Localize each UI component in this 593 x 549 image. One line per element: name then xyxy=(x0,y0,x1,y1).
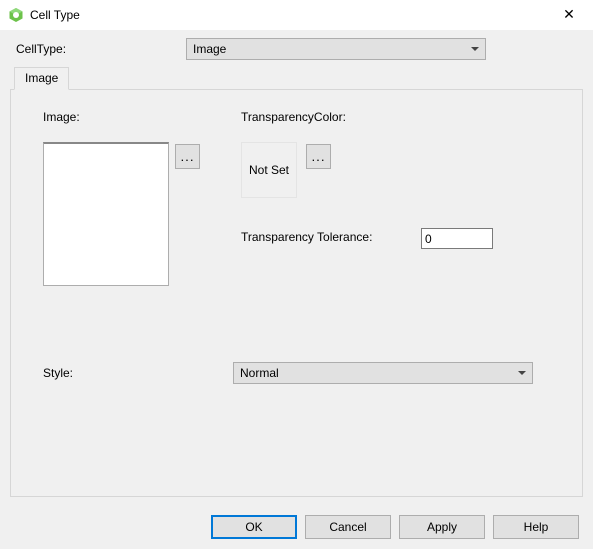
image-browse-button[interactable]: ... xyxy=(175,144,200,169)
app-icon xyxy=(8,7,24,23)
tab-panel-image: Image: ... TransparencyColor: Not Set ..… xyxy=(10,89,583,497)
help-button[interactable]: Help xyxy=(493,515,579,539)
window-title: Cell Type xyxy=(30,8,80,22)
style-value: Normal xyxy=(240,366,279,380)
transparency-color-label: TransparencyColor: xyxy=(241,110,346,124)
tab-image-label: Image xyxy=(25,71,58,85)
apply-button[interactable]: Apply xyxy=(399,515,485,539)
image-preview xyxy=(43,142,169,286)
celltype-label: CellType: xyxy=(16,42,186,56)
close-button[interactable]: ✕ xyxy=(547,1,591,29)
style-label: Style: xyxy=(43,366,73,380)
close-icon: ✕ xyxy=(563,6,575,23)
celltype-dropdown[interactable]: Image xyxy=(186,38,486,60)
transparency-color-browse-button[interactable]: ... xyxy=(306,144,331,169)
transparency-color-value: Not Set xyxy=(249,163,289,177)
celltype-value: Image xyxy=(193,42,226,56)
tab-image[interactable]: Image xyxy=(14,67,69,90)
tab-strip: Image xyxy=(10,67,583,90)
chevron-down-icon xyxy=(518,371,526,375)
ok-button[interactable]: OK xyxy=(211,515,297,539)
titlebar: Cell Type ✕ xyxy=(0,0,593,30)
transparency-color-swatch: Not Set xyxy=(241,142,297,198)
celltype-row: CellType: Image xyxy=(10,34,583,66)
style-dropdown[interactable]: Normal xyxy=(233,362,533,384)
cell-type-dialog: Cell Type ✕ CellType: Image Image Image:… xyxy=(0,0,593,549)
transparency-tolerance-input[interactable] xyxy=(421,228,493,249)
transparency-tolerance-label: Transparency Tolerance: xyxy=(241,230,372,244)
image-label: Image: xyxy=(43,110,80,124)
client-area: CellType: Image Image Image: ... Transpa… xyxy=(0,30,593,549)
cancel-button[interactable]: Cancel xyxy=(305,515,391,539)
chevron-down-icon xyxy=(471,47,479,51)
dialog-button-row: OK Cancel Apply Help xyxy=(10,505,583,549)
